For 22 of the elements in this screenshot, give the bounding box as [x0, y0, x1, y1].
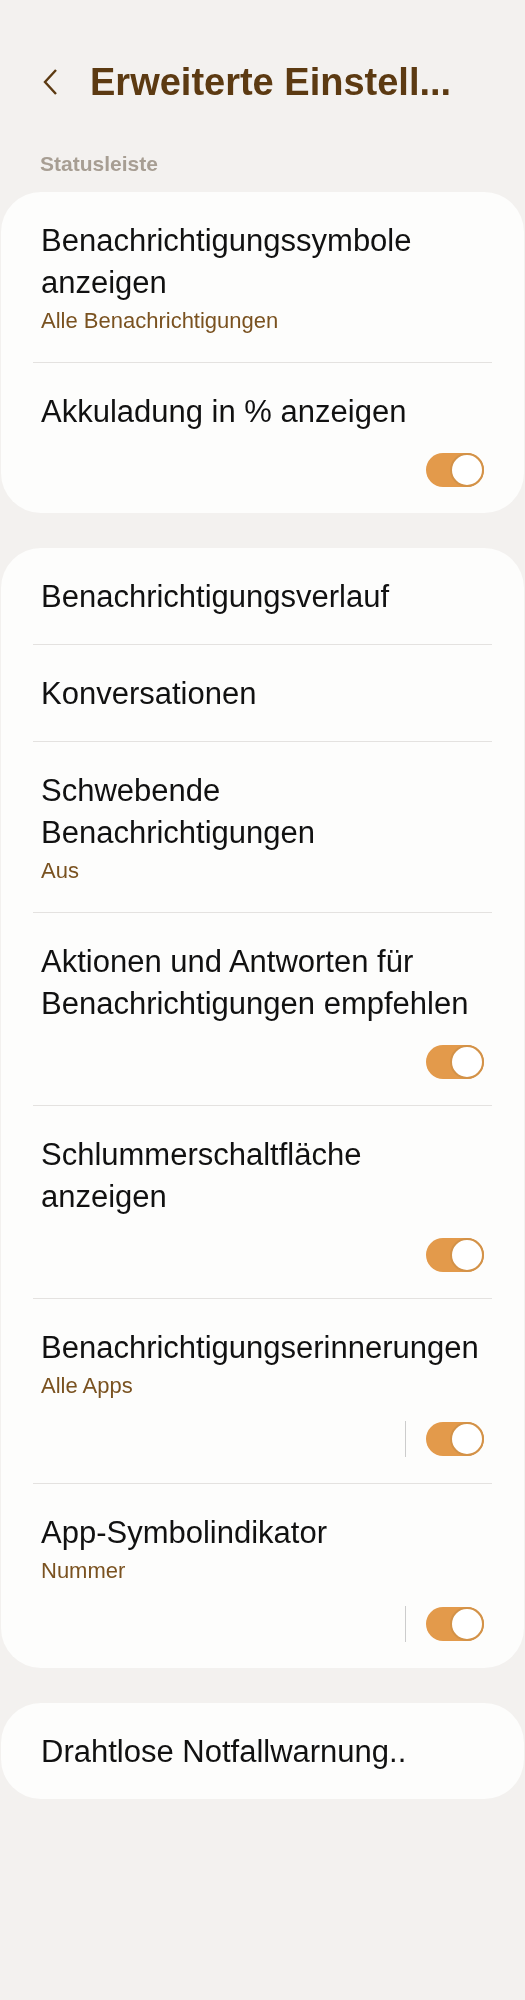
setting-title[interactable]: Benachrichtigungsverlauf [41, 576, 484, 618]
setting-value: Alle Apps [41, 1372, 134, 1400]
toggle-switch[interactable] [426, 1422, 484, 1456]
setting-title[interactable]: Schwebende Benachrichtigungen [41, 770, 484, 854]
toggle-switch[interactable] [426, 1045, 484, 1079]
setting-title[interactable]: Akkuladung in % anzeigen [41, 391, 484, 433]
setting-value: Alle Benachrichtigungen [41, 307, 280, 335]
setting-title[interactable]: Benachrichtigungssymbole anzeigen [41, 220, 484, 304]
setting-title[interactable]: Aktionen und Antworten für Benachrichtigungen empfehlen [41, 941, 484, 1025]
section-header: Statusleiste [39, 151, 159, 176]
setting-value: Aus [41, 857, 80, 885]
page-title: Erweiterte Einstell... [90, 60, 452, 104]
back-icon[interactable] [42, 68, 58, 96]
setting-value: Nummer [41, 1557, 127, 1585]
toggle-switch[interactable] [426, 453, 484, 487]
toggle-switch[interactable] [426, 1607, 484, 1641]
setting-title[interactable]: App-Symbolindikator [41, 1512, 484, 1554]
toggle-switch[interactable] [426, 1238, 484, 1272]
setting-title[interactable]: Benachrichtigungserinnerungen [41, 1327, 484, 1369]
setting-title[interactable]: Schlummerschaltfläche anzeigen [41, 1134, 484, 1218]
setting-title[interactable]: Drahtlose Notfallwarnung.. [41, 1731, 484, 1773]
setting-title[interactable]: Konversationen [41, 673, 484, 715]
